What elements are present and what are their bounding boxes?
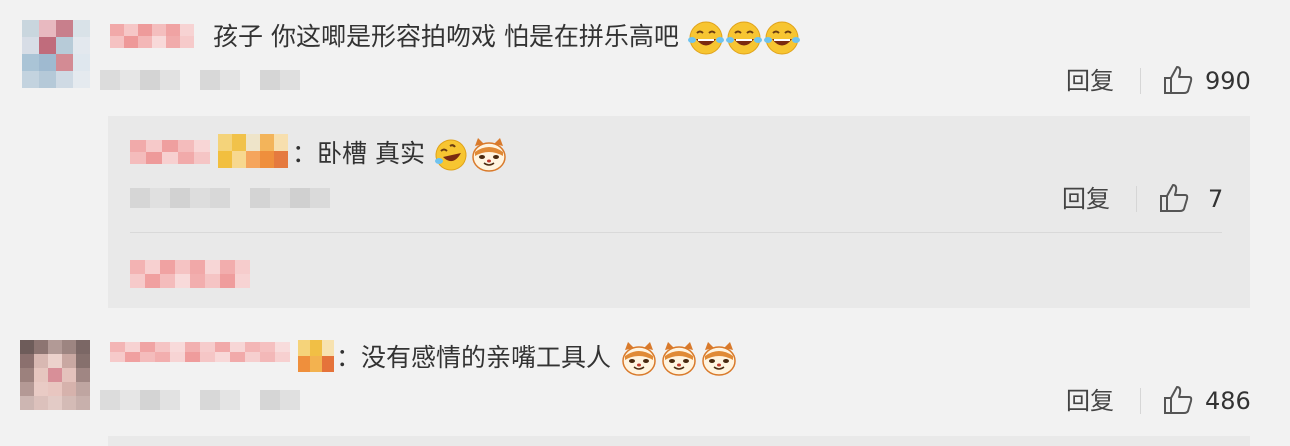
reply-timestamp-blurred (130, 188, 330, 208)
username-blurred[interactable] (110, 24, 194, 48)
action-divider (1140, 68, 1141, 94)
timestamp-blurred (100, 70, 300, 90)
comment-text-body: ：没有感情的亲嘴工具人 (336, 343, 612, 372)
reply-reply-button[interactable]: 回复 (1062, 184, 1110, 214)
avatar[interactable] (22, 20, 90, 88)
doge-cat-emoji (702, 342, 736, 376)
thumbs-up-icon[interactable] (1158, 182, 1190, 214)
badge-blurred (298, 340, 334, 372)
username-blurred[interactable] (110, 342, 290, 362)
like-count: 486 (1205, 387, 1251, 415)
doge-cat-emoji (472, 138, 506, 172)
comment-text: 孩子 你这唧是形容拍吻戏 怕是在拼乐高吧 (213, 20, 801, 56)
badge-blurred (218, 134, 288, 168)
reply-button[interactable]: 回复 (1066, 66, 1114, 96)
reply-like-count: 7 (1208, 185, 1224, 213)
avatar[interactable] (20, 340, 90, 410)
timestamp-blurred (100, 390, 300, 410)
doge-cat-emoji (662, 342, 696, 376)
more-replies-link-blurred[interactable] (130, 260, 250, 288)
reply-username-blurred[interactable] (130, 140, 210, 164)
reply-text: ：卧槽 真实 (292, 136, 509, 174)
laugh-roll-emoji (434, 139, 467, 171)
reply-button[interactable]: 回复 (1066, 386, 1114, 416)
reply-text-body: ：卧槽 真实 (292, 139, 425, 168)
reply-separator (130, 232, 1222, 233)
laugh-cry-emoji (763, 21, 800, 55)
action-divider (1140, 388, 1141, 414)
comment-text: ：没有感情的亲嘴工具人 (336, 340, 739, 378)
thumbs-up-icon[interactable] (1162, 384, 1194, 416)
next-reply-thread-box (108, 436, 1250, 446)
like-count: 990 (1205, 67, 1251, 95)
comment-text-body: 孩子 你这唧是形容拍吻戏 怕是在拼乐高吧 (213, 22, 679, 51)
reply-action-divider (1136, 186, 1137, 212)
doge-cat-emoji (622, 342, 656, 376)
laugh-cry-emoji (687, 21, 724, 55)
thumbs-up-icon[interactable] (1162, 64, 1194, 96)
laugh-cry-emoji (725, 21, 762, 55)
